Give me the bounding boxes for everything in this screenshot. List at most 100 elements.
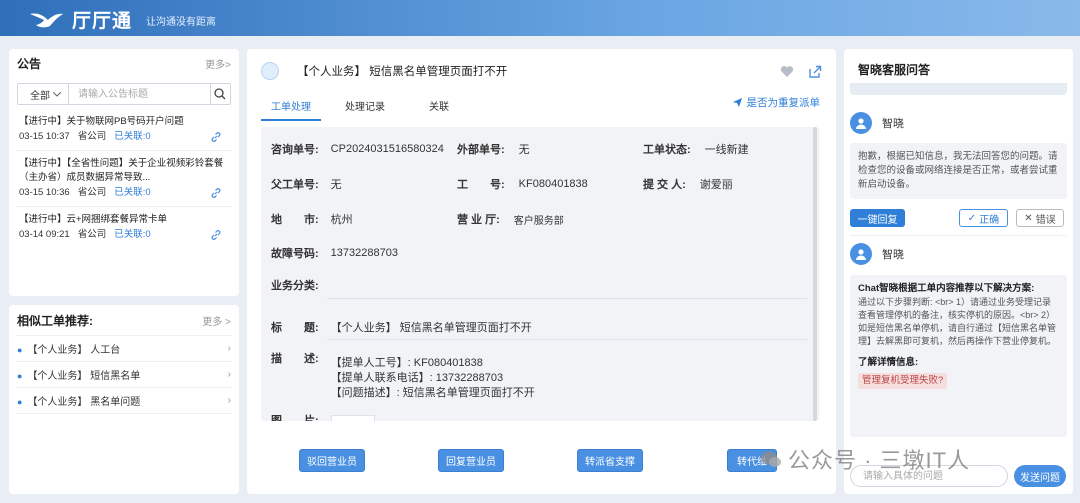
similar-ticket-label: 【个人业务】 黑名单问题 bbox=[27, 397, 141, 408]
status-label: 工单状态: bbox=[643, 144, 691, 156]
bot-message: 抱歉，根据已知信息，我无法回答您的问题。请检查您的设备或网络连接是否正常，或者尝… bbox=[850, 143, 1067, 199]
link-icon[interactable] bbox=[211, 230, 221, 240]
send-question-button[interactable]: 发送问题 bbox=[1014, 465, 1066, 487]
bot-name: 智晓 bbox=[882, 118, 904, 130]
chevron-right-icon: › bbox=[227, 343, 231, 354]
announcement-filter-select[interactable]: 全部 bbox=[18, 84, 69, 104]
chat-history-strip bbox=[850, 83, 1067, 95]
share-icon[interactable] bbox=[808, 65, 822, 78]
fault-no-value: 13732288703 bbox=[330, 247, 398, 259]
announcement-item[interactable]: 【进行中】【全省性问题】关于企业视频彩铃套餐（主办省）成员数据异常导致... 0… bbox=[17, 151, 231, 207]
tab-related[interactable]: 关联 bbox=[409, 95, 469, 121]
similar-ticket-label: 【个人业务】 短信黑名单 bbox=[27, 371, 141, 382]
description-value: 【提单人工号】: KF080401838 【提单人联系电话】: 13732288… bbox=[330, 357, 535, 399]
app-slogan: 让沟通没有距离 bbox=[146, 17, 217, 28]
similar-ticket-item[interactable]: ● 【个人业务】 短信黑名单 › bbox=[17, 362, 231, 388]
bullet-icon: ● bbox=[17, 371, 23, 381]
ticket-tabs: 工单处理 处理记录 关联 bbox=[261, 95, 483, 121]
link-icon[interactable] bbox=[211, 132, 221, 142]
similar-title: 相似工单推荐: bbox=[17, 313, 93, 328]
announcement-item-title: 【进行中】【全省性问题】关于企业视频彩铃套餐（主办省）成员数据异常导致... bbox=[19, 158, 224, 183]
announcement-item[interactable]: 【进行中】云+网捆绑套餐异常卡单 03-14 09:21 省公司 已关联:0 bbox=[17, 207, 231, 248]
check-circle-icon: ✓ bbox=[967, 212, 977, 224]
reply-to-clerk-button[interactable]: 回复营业员 bbox=[438, 449, 504, 472]
search-button[interactable] bbox=[209, 84, 230, 104]
link-icon[interactable] bbox=[211, 188, 221, 198]
parent-no-label: 父工单号: bbox=[271, 179, 319, 191]
subject-label: 标 题: bbox=[271, 322, 319, 334]
description-label: 描 述: bbox=[271, 353, 319, 365]
similar-ticket-item[interactable]: ● 【个人业务】 人工台 › bbox=[17, 336, 231, 362]
send-icon bbox=[732, 98, 742, 107]
logo: 厅厅通 让沟通没有距离 bbox=[28, 6, 216, 33]
announcement-search-input[interactable] bbox=[68, 84, 210, 104]
transfer-province-support-button[interactable]: 转派省支撑 bbox=[577, 449, 643, 472]
subject-value: 【个人业务】 短信黑名单管理页面打不开 bbox=[330, 322, 532, 334]
hall-label: 营 业 厅: bbox=[457, 214, 500, 226]
announcement-date: 03-15 10:37 bbox=[19, 131, 70, 142]
announcement-item-title: 【进行中】关于物联网PB号码开户问题 bbox=[19, 116, 184, 127]
heart-icon[interactable] bbox=[780, 65, 794, 78]
announcement-related[interactable]: 已关联:0 bbox=[114, 187, 150, 198]
similar-tickets-panel: 相似工单推荐: 更多 > ● 【个人业务】 人工台 › ● 【个人业务】 短信黑名单 ›… bbox=[9, 305, 239, 494]
reject-to-clerk-button[interactable]: 驳回营业员 bbox=[299, 449, 365, 472]
submitter-label: 提 交 人: bbox=[643, 179, 686, 191]
announcement-related[interactable]: 已关联:0 bbox=[114, 131, 150, 142]
bullet-icon: ● bbox=[17, 345, 23, 355]
bot-header: 智晓 bbox=[850, 243, 904, 265]
parent-no-value: 无 bbox=[330, 179, 342, 191]
close-circle-icon: ✕ bbox=[1024, 212, 1033, 224]
bot-name: 智晓 bbox=[882, 249, 904, 261]
announcement-title: 公告 bbox=[17, 56, 42, 71]
fault-no-label: 故障号码: bbox=[271, 248, 319, 260]
ticket-status-icon bbox=[261, 62, 279, 80]
search-icon bbox=[214, 88, 226, 100]
similar-ticket-item[interactable]: ● 【个人业务】 黑名单问题 › bbox=[17, 388, 231, 414]
similar-more-link[interactable]: 更多 > bbox=[202, 313, 231, 328]
status-value: 一线新建 bbox=[704, 144, 749, 156]
watermark: 公众号 · 三墩IT人 bbox=[760, 443, 970, 475]
app-name: 厅厅通 bbox=[72, 11, 133, 32]
city-label: 地 市: bbox=[271, 214, 319, 226]
form-scrollbar[interactable] bbox=[813, 127, 817, 421]
bot-avatar-icon bbox=[850, 243, 872, 265]
chat-title: 智晓客服问答 bbox=[858, 63, 931, 77]
detail-title: 了解详情信息: bbox=[858, 357, 919, 368]
filter-selected-value: 全部 bbox=[30, 90, 50, 102]
job-no-value: KF080401838 bbox=[518, 178, 588, 190]
wrong-button[interactable]: ✕ 错误 bbox=[1016, 209, 1064, 227]
bot-avatar-icon bbox=[850, 112, 872, 134]
announcement-related[interactable]: 已关联:0 bbox=[114, 229, 150, 240]
announcement-panel: 公告 更多> 全部 【进行中】关于物联网PB号码开户问题 03-15 10:37… bbox=[9, 49, 239, 296]
consult-no-label: 咨询单号: bbox=[271, 144, 319, 156]
correct-button[interactable]: ✓ 正确 bbox=[959, 209, 1008, 227]
detail-tag[interactable]: 管理复机受理失败? bbox=[858, 373, 948, 389]
redispatch-link[interactable]: 是否为重复派单 bbox=[732, 95, 820, 110]
ticket-panel: 【个人业务】 短信黑名单管理页面打不开 工单处理 处理记录 关联 是否为重复派单… bbox=[247, 49, 836, 494]
ticket-title: 【个人业务】 短信黑名单管理页面打不开 bbox=[297, 66, 508, 78]
tab-ticket-processing[interactable]: 工单处理 bbox=[261, 95, 321, 121]
consult-no-value: CP2024031516580324 bbox=[330, 143, 444, 155]
bot-header: 智晓 bbox=[850, 112, 904, 134]
top-bar: 厅厅通 让沟通没有距离 bbox=[0, 0, 1080, 36]
one-click-reply-button[interactable]: 一键回复 bbox=[850, 209, 905, 227]
announcement-date: 03-14 09:21 bbox=[19, 229, 70, 240]
similar-ticket-label: 【个人业务】 人工台 bbox=[27, 345, 121, 356]
announcement-item[interactable]: 【进行中】关于物联网PB号码开户问题 03-15 10:37 省公司 已关联:0 bbox=[17, 109, 231, 151]
solution-title: Chat智晓根据工单内容推荐以下解决方案: bbox=[858, 283, 1035, 294]
announcement-item-title: 【进行中】云+网捆绑套餐异常卡单 bbox=[19, 214, 168, 225]
announcement-org: 省公司 bbox=[77, 131, 107, 142]
announcement-org: 省公司 bbox=[77, 229, 107, 240]
bullet-icon: ● bbox=[17, 397, 23, 407]
announcement-more-link[interactable]: 更多> bbox=[205, 56, 231, 71]
bird-logo-icon bbox=[30, 12, 63, 27]
bot-solution-message: Chat智晓根据工单内容推荐以下解决方案: 通过以下步骤判断: <br> 1）请… bbox=[850, 275, 1067, 437]
image-label: 图 片: bbox=[271, 415, 319, 421]
tab-processing-records[interactable]: 处理记录 bbox=[335, 95, 395, 121]
image-thumbnail[interactable] bbox=[330, 415, 375, 421]
chevron-right-icon: › bbox=[227, 395, 231, 406]
external-no-value: 无 bbox=[518, 144, 530, 156]
announcement-date: 03-15 10:36 bbox=[19, 187, 70, 198]
city-value: 杭州 bbox=[330, 214, 353, 226]
announcement-org: 省公司 bbox=[77, 187, 107, 198]
